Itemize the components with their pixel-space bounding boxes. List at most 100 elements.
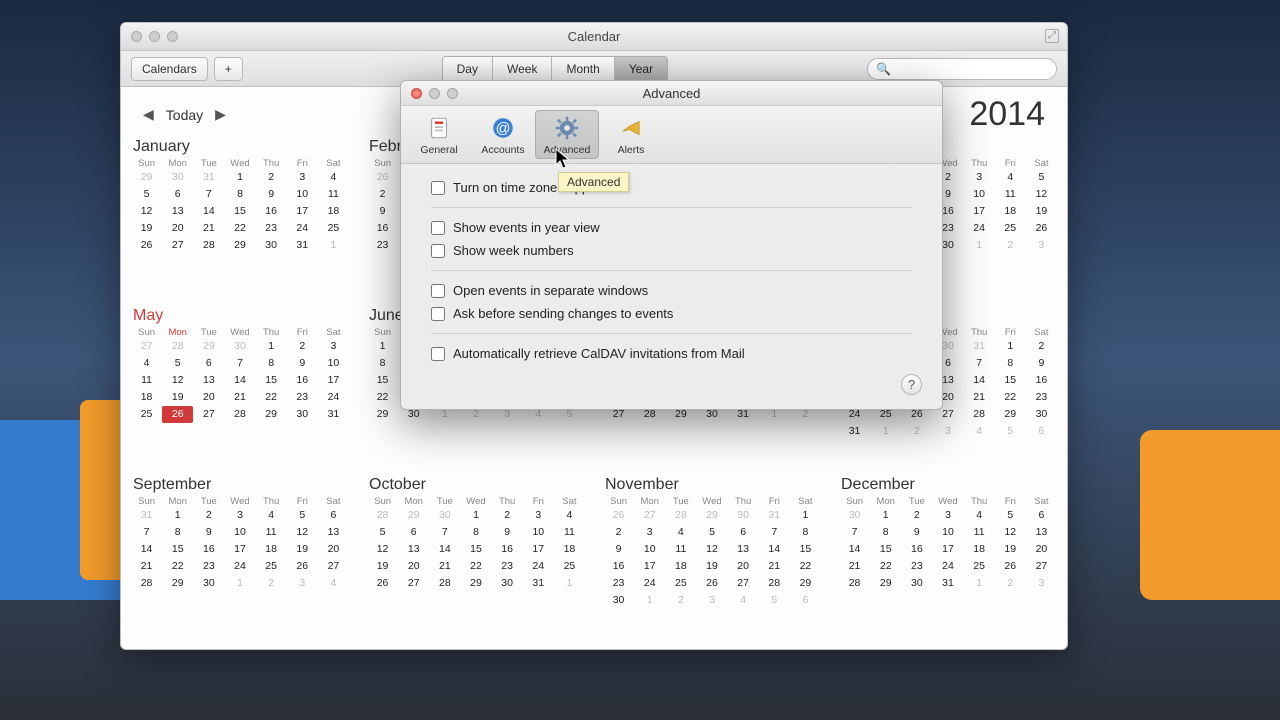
day[interactable]: 8 <box>790 524 821 541</box>
checkbox-caldav[interactable] <box>431 347 445 361</box>
day[interactable]: 12 <box>367 541 398 558</box>
day[interactable]: 22 <box>367 389 398 406</box>
day[interactable]: 3 <box>318 338 349 355</box>
day[interactable]: 17 <box>932 541 963 558</box>
day[interactable]: 23 <box>287 389 318 406</box>
day[interactable]: 3 <box>634 524 665 541</box>
day[interactable]: 26 <box>1026 220 1057 237</box>
checkbox-ask-changes[interactable] <box>431 307 445 321</box>
day[interactable]: 29 <box>995 406 1026 423</box>
day[interactable]: 30 <box>1026 406 1057 423</box>
day[interactable]: 17 <box>287 203 318 220</box>
day-out[interactable]: 29 <box>193 338 224 355</box>
day[interactable]: 22 <box>162 558 193 575</box>
day[interactable]: 1 <box>870 507 901 524</box>
day[interactable]: 7 <box>131 524 162 541</box>
option-caldav[interactable]: Automatically retrieve CalDAV invitation… <box>431 344 912 363</box>
today-button[interactable]: Today <box>160 107 209 123</box>
day-out[interactable]: 1 <box>870 423 901 440</box>
day[interactable]: 4 <box>131 355 162 372</box>
day[interactable]: 14 <box>429 541 460 558</box>
day[interactable]: 15 <box>224 203 255 220</box>
day[interactable]: 10 <box>932 524 963 541</box>
fullscreen-button[interactable]: ⤢ <box>1045 29 1059 43</box>
day-out[interactable]: 2 <box>995 575 1026 592</box>
day[interactable]: 18 <box>318 203 349 220</box>
day[interactable]: 25 <box>995 220 1026 237</box>
day[interactable]: 10 <box>634 541 665 558</box>
day[interactable]: 29 <box>460 575 491 592</box>
day[interactable]: 9 <box>492 524 523 541</box>
day[interactable]: 29 <box>367 406 398 423</box>
day[interactable]: 27 <box>398 575 429 592</box>
day[interactable]: 20 <box>318 541 349 558</box>
day[interactable]: 11 <box>665 541 696 558</box>
day-out[interactable]: 26 <box>367 169 398 186</box>
day[interactable]: 20 <box>1026 541 1057 558</box>
day[interactable]: 16 <box>256 203 287 220</box>
day[interactable]: 5 <box>1026 169 1057 186</box>
day[interactable]: 7 <box>839 524 870 541</box>
day[interactable]: 4 <box>665 524 696 541</box>
day-out[interactable]: 27 <box>634 507 665 524</box>
day[interactable]: 8 <box>367 355 398 372</box>
day-out[interactable]: 27 <box>131 338 162 355</box>
next-button[interactable]: ▶ <box>209 106 232 123</box>
day[interactable]: 21 <box>224 389 255 406</box>
day-out[interactable]: 2 <box>901 423 932 440</box>
day[interactable]: 28 <box>224 406 255 423</box>
day[interactable]: 26 <box>995 558 1026 575</box>
day[interactable]: 1 <box>162 507 193 524</box>
day[interactable]: 16 <box>287 372 318 389</box>
day[interactable]: 27 <box>728 575 759 592</box>
day[interactable]: 23 <box>901 558 932 575</box>
day[interactable]: 19 <box>696 558 727 575</box>
day[interactable]: 7 <box>964 355 995 372</box>
day[interactable]: 6 <box>162 186 193 203</box>
day[interactable]: 3 <box>523 507 554 524</box>
day[interactable]: 2 <box>1026 338 1057 355</box>
day[interactable]: 9 <box>256 186 287 203</box>
day-out[interactable]: 1 <box>224 575 255 592</box>
day[interactable]: 24 <box>318 389 349 406</box>
day[interactable]: 7 <box>224 355 255 372</box>
day[interactable]: 14 <box>964 372 995 389</box>
day[interactable]: 25 <box>131 406 162 423</box>
day[interactable]: 9 <box>603 541 634 558</box>
day[interactable]: 19 <box>131 220 162 237</box>
day[interactable]: 12 <box>1026 186 1057 203</box>
day[interactable]: 2 <box>193 507 224 524</box>
day-out[interactable]: 31 <box>964 338 995 355</box>
day[interactable]: 3 <box>224 507 255 524</box>
day[interactable]: 15 <box>995 372 1026 389</box>
day-out[interactable]: 30 <box>728 507 759 524</box>
day[interactable]: 9 <box>367 203 398 220</box>
day[interactable]: 28 <box>131 575 162 592</box>
day-out[interactable]: 1 <box>634 592 665 609</box>
day-out[interactable]: 28 <box>162 338 193 355</box>
day[interactable]: 1 <box>224 169 255 186</box>
day[interactable]: 18 <box>256 541 287 558</box>
day[interactable]: 9 <box>193 524 224 541</box>
day-out[interactable]: 1 <box>964 237 995 254</box>
day[interactable]: 6 <box>1026 507 1057 524</box>
day[interactable]: 31 <box>839 423 870 440</box>
day[interactable]: 4 <box>964 507 995 524</box>
day[interactable]: 8 <box>224 186 255 203</box>
day[interactable]: 26 <box>162 406 193 423</box>
day[interactable]: 17 <box>523 541 554 558</box>
day[interactable]: 13 <box>1026 524 1057 541</box>
tab-general[interactable]: General <box>407 110 471 159</box>
day[interactable]: 20 <box>193 389 224 406</box>
day[interactable]: 5 <box>995 507 1026 524</box>
day[interactable]: 7 <box>429 524 460 541</box>
day[interactable]: 24 <box>932 558 963 575</box>
day-out[interactable]: 1 <box>964 575 995 592</box>
day[interactable]: 19 <box>995 541 1026 558</box>
day-out[interactable]: 4 <box>318 575 349 592</box>
day[interactable]: 4 <box>318 169 349 186</box>
checkbox-year-events[interactable] <box>431 221 445 235</box>
day[interactable]: 2 <box>287 338 318 355</box>
search-input[interactable]: 🔍 <box>867 58 1057 80</box>
day-out[interactable]: 3 <box>287 575 318 592</box>
